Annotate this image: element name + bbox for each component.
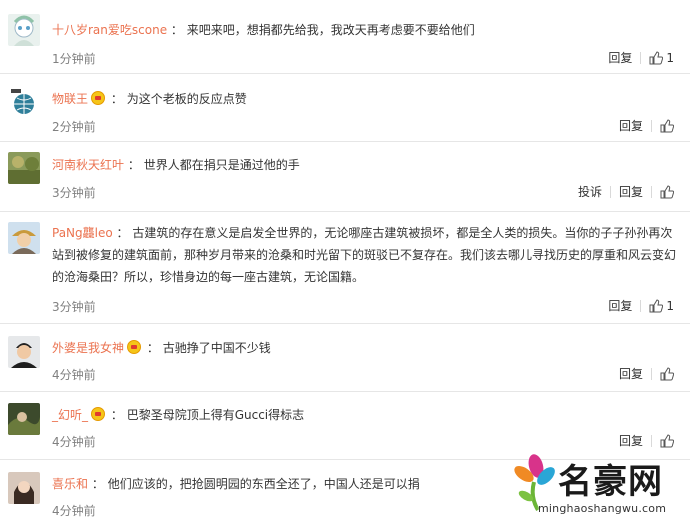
avatar[interactable] — [8, 87, 40, 119]
vip-badge-icon — [91, 91, 106, 105]
comment-text: 来吧来吧，想捐都先给我，我改天再考虑要不要给他们 — [186, 23, 475, 37]
reply-button[interactable]: 回复 — [600, 49, 640, 66]
comment-actions: 回复 — [611, 117, 674, 134]
comment-text: 古建筑的存在意义是启发全世界的，无论哪座古建筑被损坏，都是全人类的损失。当你的子… — [52, 226, 677, 284]
like-button[interactable] — [652, 366, 674, 381]
like-count: 1 — [666, 50, 674, 65]
username-link[interactable]: 河南秋天红叶 — [52, 158, 124, 172]
username-link[interactable]: 外婆是我女神 — [52, 341, 124, 355]
thumbs-up-icon — [660, 366, 674, 380]
comment-text: 巴黎圣母院顶上得有Gucci得标志 — [126, 408, 305, 422]
avatar[interactable] — [8, 403, 40, 435]
site-watermark: 名豪网 minghaoshangwu.com — [508, 450, 690, 527]
vip-badge-icon — [91, 407, 106, 421]
like-button[interactable] — [652, 433, 674, 448]
username-link[interactable]: PaNg龘leo — [52, 226, 113, 240]
comment-item: 物联王 ： 为这个老板的反应点赞 2分钟前 回复 — [0, 74, 690, 142]
username-link[interactable]: _幻听_ — [52, 408, 88, 422]
username-link[interactable]: 喜乐和 — [52, 477, 88, 491]
comment-actions: 回复 — [611, 365, 674, 382]
comment-actions: 回复 1 — [600, 297, 674, 314]
thumbs-up-icon — [649, 50, 664, 64]
username-link[interactable]: 十八岁ran爱吃scone — [52, 23, 167, 37]
comment-text: 世界人都在捐只是通过他的手 — [143, 158, 300, 172]
comment-text-line: _幻听_ ： 巴黎圣母院顶上得有Gucci得标志 — [52, 407, 305, 422]
thumbs-up-icon — [660, 433, 674, 447]
comment-time: 3分钟前 — [52, 300, 96, 314]
comment-text: 他们应该的，把抢圆明园的东西全还了，中国人还是可以捐 — [107, 477, 420, 491]
like-button[interactable]: 1 — [641, 51, 674, 65]
thumbs-up-icon — [660, 184, 674, 198]
like-button[interactable]: 1 — [641, 299, 674, 313]
comment-item: 外婆是我女神 ： 古驰挣了中国不少钱 4分钟前 回复 — [0, 324, 690, 392]
comment-text-line: 十八岁ran爱吃scone ： 来吧来吧，想捐都先给我，我改天再考虑要不要给他们 — [52, 23, 475, 37]
avatar[interactable] — [8, 336, 40, 368]
comment-text-line: 物联王 ： 为这个老板的反应点赞 — [52, 91, 247, 106]
reply-button[interactable]: 回复 — [611, 365, 651, 382]
watermark-title: 名豪网 — [558, 462, 663, 502]
comment-time: 4分钟前 — [52, 435, 96, 449]
avatar[interactable] — [8, 222, 40, 254]
watermark-url: minghaoshangwu.com — [538, 502, 667, 515]
report-button[interactable]: 投诉 — [570, 183, 610, 200]
avatar[interactable] — [8, 152, 40, 184]
comment-time: 3分钟前 — [52, 186, 96, 200]
comment-text: 为这个老板的反应点赞 — [126, 92, 247, 106]
avatar[interactable] — [8, 472, 40, 504]
comment-text: 古驰挣了中国不少钱 — [162, 341, 271, 355]
reply-button[interactable]: 回复 — [600, 297, 640, 314]
comment-item: PaNg龘leo ： 古建筑的存在意义是启发全世界的，无论哪座古建筑被损坏，都是… — [0, 212, 690, 324]
comment-item: 河南秋天红叶 ： 世界人都在捐只是通过他的手 3分钟前 投诉 回复 — [0, 142, 690, 212]
like-button[interactable] — [652, 118, 674, 133]
like-count: 1 — [666, 298, 674, 313]
comment-time: 2分钟前 — [52, 120, 96, 134]
comment-text-line: 外婆是我女神 ： 古驰挣了中国不少钱 — [52, 340, 271, 355]
comment-text-line: PaNg龘leo ： 古建筑的存在意义是启发全世界的，无论哪座古建筑被损坏，都是… — [52, 226, 677, 284]
vip-badge-icon — [127, 340, 142, 354]
reply-button[interactable]: 回复 — [611, 183, 651, 200]
comment-item: 十八岁ran爱吃scone ： 来吧来吧，想捐都先给我，我改天再考虑要不要给他们… — [0, 0, 690, 74]
thumbs-up-icon — [660, 118, 674, 132]
like-button[interactable] — [652, 184, 674, 199]
reply-button[interactable]: 回复 — [611, 432, 651, 449]
comment-text-line: 河南秋天红叶 ： 世界人都在捐只是通过他的手 — [52, 158, 300, 172]
username-link[interactable]: 物联王 — [52, 92, 88, 106]
reply-button[interactable]: 回复 — [611, 117, 651, 134]
comment-time: 4分钟前 — [52, 368, 96, 382]
thumbs-up-icon — [649, 298, 664, 312]
comment-time: 4分钟前 — [52, 504, 96, 518]
avatar[interactable] — [8, 14, 40, 46]
comment-actions: 回复 1 — [600, 49, 674, 66]
comment-actions: 回复 — [611, 432, 674, 449]
comment-actions: 投诉 回复 — [570, 183, 674, 200]
comment-time: 1分钟前 — [52, 52, 96, 66]
